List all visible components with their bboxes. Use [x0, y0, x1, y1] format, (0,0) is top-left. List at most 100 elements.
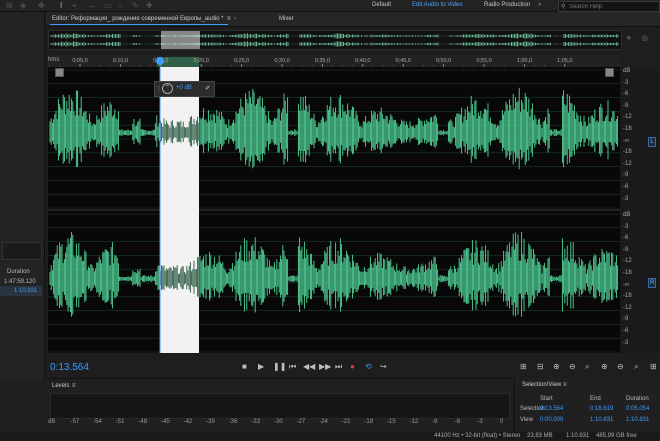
level-scale-label: -48	[138, 419, 148, 425]
ruler-label: 0;20,0	[194, 58, 209, 64]
spectral-tool-icon[interactable]: ◈	[20, 1, 26, 10]
db-label: dB	[623, 212, 631, 218]
zoom-in-point-icon[interactable]: ⊕	[601, 362, 608, 371]
loop-button[interactable]: ⟲	[365, 362, 372, 371]
brush-icon[interactable]: ✎	[132, 1, 139, 10]
db-label: -6	[623, 235, 629, 242]
workspace-default[interactable]: Default	[372, 2, 391, 8]
header-end: End	[590, 396, 601, 402]
channel-left-toggle[interactable]: L	[648, 137, 656, 147]
workspace-menu-icon[interactable]: »	[538, 2, 541, 8]
level-scale-label: -6	[454, 419, 461, 425]
ruler-label: 0;05,0	[72, 58, 87, 64]
stop-button[interactable]: ■	[242, 362, 247, 371]
search-help-box[interactable]: ⚲	[558, 1, 660, 12]
waveform-overview[interactable]	[48, 30, 622, 50]
gain-value[interactable]: +0 dB	[176, 85, 192, 91]
db-label: -9	[623, 172, 629, 179]
skip-selection-button[interactable]: ↪	[380, 362, 387, 371]
level-scale-label: dB	[48, 419, 56, 425]
ruler-label: 0;50,0	[436, 58, 451, 64]
pause-button[interactable]: ❚❚	[273, 362, 286, 371]
zoom-icon[interactable]: ✦	[625, 33, 633, 44]
zoom-out-point-icon[interactable]: ⌕	[634, 362, 638, 372]
razor-icon[interactable]: ⌖	[72, 1, 77, 11]
db-label: -12	[623, 258, 632, 265]
overview-waveform	[50, 33, 619, 47]
zoom-out-amplitude-icon[interactable]: ⊟	[537, 362, 544, 371]
lasso-icon[interactable]: ○	[118, 1, 123, 10]
header-duration: Duration	[626, 396, 649, 402]
db-label: -3	[623, 79, 629, 86]
workspace-edit-audio-to-video[interactable]: Edit Audio to Video	[412, 2, 463, 8]
waveform-canvas	[48, 67, 620, 353]
db-label: -18	[623, 293, 632, 300]
files-panel: Duration 1:47:59.120 1:10.831	[0, 12, 45, 380]
db-label: -12	[623, 160, 632, 167]
selection-start[interactable]: 0:13.564	[540, 406, 563, 412]
fit-channel-icon[interactable]	[605, 68, 614, 77]
ruler-label: 1;00,0	[517, 58, 532, 64]
zoom-in-amplitude-icon[interactable]: ⊞	[520, 362, 527, 371]
selection-end[interactable]: 0:18.619	[590, 406, 613, 412]
duration-header: Duration	[7, 269, 30, 275]
zoom-out-full-icon[interactable]: ⊖	[617, 362, 624, 371]
status-duration: 1:10.831	[566, 433, 590, 439]
ruler-label: 0;10,0	[113, 58, 128, 64]
db-label: -18	[623, 126, 632, 132]
move-tool-icon[interactable]: ✥	[38, 1, 45, 10]
zoom-in-time-icon[interactable]: ⊕	[553, 362, 560, 371]
db-label: -12	[623, 114, 632, 121]
volume-knob-icon[interactable]: ⌃	[162, 83, 173, 94]
move-to-next-button[interactable]: ⏭	[335, 362, 342, 372]
fast-forward-button[interactable]: ▶▶	[319, 362, 331, 371]
wave-tool-icon[interactable]: ⊞	[6, 1, 13, 10]
waveform-editor[interactable]: ⋮ ⌃ +0 dB ✐	[48, 67, 620, 353]
level-scale-label: -54	[93, 419, 102, 425]
view-duration[interactable]: 1:10.831	[626, 417, 649, 423]
channel-right-toggle[interactable]: R	[648, 278, 656, 288]
db-label: -9	[623, 246, 629, 253]
editor-tab[interactable]: Editor: Реформация_ рождение современной…	[52, 16, 223, 22]
mixer-tab[interactable]: Mixer	[279, 16, 294, 22]
record-button[interactable]: ●	[350, 362, 355, 371]
status-bar: 44100 Hz • 32-bit (float) • Stereo 23,83…	[0, 432, 660, 440]
status-file-size: 23,83 MB	[527, 433, 553, 439]
files-list-item[interactable]	[2, 242, 42, 260]
level-scale-label: -39	[206, 419, 215, 425]
db-label: dB	[623, 68, 631, 74]
ruler-label: 0;40,0	[355, 58, 370, 64]
editor-tab-close-icon[interactable]: ›	[234, 16, 236, 22]
view-end[interactable]: 1:10.831	[590, 417, 613, 423]
pin-icon[interactable]: ⊕	[641, 33, 649, 44]
zoom-selection-icon[interactable]: ⌕	[585, 362, 589, 372]
levels-menu-icon[interactable]: ≡	[72, 383, 76, 389]
db-label: -∞	[623, 281, 630, 288]
level-scale-label: -45	[161, 419, 170, 425]
zoom-full-icon[interactable]: ⊞	[650, 362, 657, 371]
selection-duration[interactable]: 0:05.054	[626, 406, 649, 412]
view-start[interactable]: 0:00.000	[540, 417, 563, 423]
move-to-previous-button[interactable]: ⏮	[289, 362, 296, 372]
marquee-icon[interactable]: ▭	[104, 1, 112, 10]
level-scale-label: -27	[296, 419, 306, 425]
rewind-button[interactable]: ◀◀	[303, 362, 315, 371]
workspace-radio-production[interactable]: Radio Production	[484, 2, 530, 8]
level-scale-label: -24	[319, 419, 328, 425]
spot-heal-icon[interactable]: ✚	[146, 1, 153, 10]
search-input[interactable]	[569, 2, 655, 11]
play-button[interactable]: ▶	[258, 362, 264, 371]
fit-view-icon[interactable]	[55, 68, 64, 77]
playhead-handle[interactable]	[156, 57, 164, 65]
db-label: -3	[623, 195, 629, 202]
hud-volume[interactable]: ⋮ ⌃ +0 dB ✐	[154, 81, 215, 97]
selection-view-panel: Selection/View ≡ Start End Duration Sele…	[514, 378, 660, 432]
slip-icon[interactable]: ↔	[88, 1, 96, 10]
zoom-out-time-icon[interactable]: ⊖	[569, 362, 576, 371]
ruler-label: 0;45,0	[396, 58, 411, 64]
hud-pin-icon[interactable]: ✐	[205, 85, 210, 92]
selection-view-menu-icon[interactable]: ≡	[563, 382, 567, 388]
time-selection-icon[interactable]: I	[60, 1, 62, 10]
editor-menu-icon[interactable]: ≡	[227, 16, 231, 22]
overview-view-range[interactable]	[161, 31, 200, 49]
